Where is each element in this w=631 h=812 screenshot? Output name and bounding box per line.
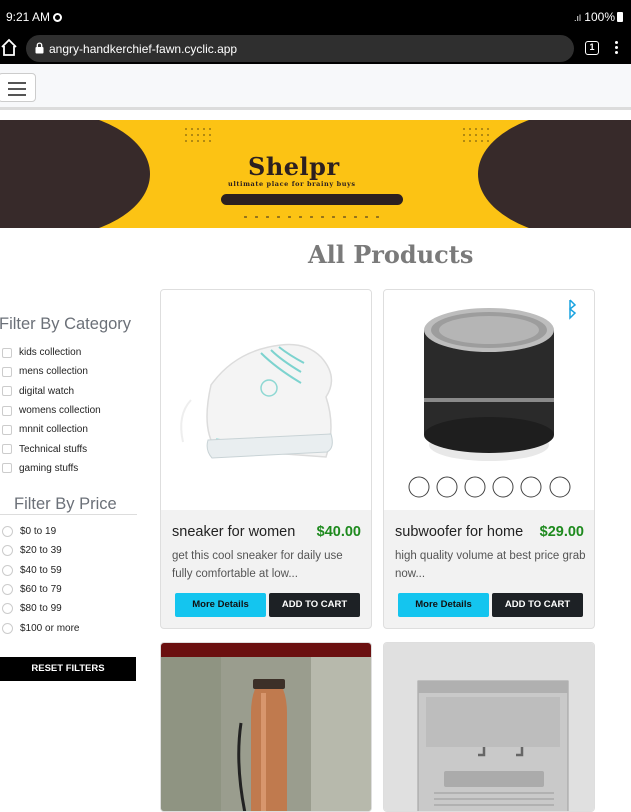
radio[interactable] bbox=[2, 603, 13, 615]
home-icon[interactable] bbox=[0, 38, 18, 58]
radio[interactable] bbox=[2, 564, 13, 576]
status-bar: 9:21 AM .ıl 100% bbox=[0, 0, 631, 32]
battery-level: 100% bbox=[584, 10, 615, 24]
category-option[interactable]: digital watch bbox=[2, 382, 101, 401]
checkbox[interactable] bbox=[2, 347, 12, 358]
hamburger-menu-icon[interactable] bbox=[0, 73, 36, 102]
category-option[interactable]: womens collection bbox=[2, 401, 101, 420]
product-price: $29.00 bbox=[539, 524, 584, 540]
banner-dotline bbox=[240, 215, 380, 219]
radio[interactable] bbox=[2, 526, 13, 538]
price-filter-title: Filter By Price bbox=[14, 495, 117, 513]
browser-menu-icon[interactable] bbox=[611, 39, 621, 57]
more-details-button[interactable]: More Details bbox=[175, 593, 266, 617]
lock-icon bbox=[35, 42, 44, 54]
product-description: get this cool sneaker for daily use full… bbox=[172, 550, 343, 580]
hero-banner: Shelpr ultimate place for brainy buys bbox=[0, 120, 631, 228]
price-option[interactable]: $20 to 39 bbox=[2, 541, 79, 560]
battery-icon bbox=[617, 12, 623, 22]
add-to-cart-button[interactable]: ADD TO CART bbox=[492, 593, 583, 617]
address-bar[interactable]: angry-handkerchief-fawn.cyclic.app bbox=[26, 35, 574, 62]
price-option[interactable]: $80 to 99 bbox=[2, 599, 79, 618]
product-card-sneaker: sneaker for women $40.00 get this cool s… bbox=[160, 289, 372, 629]
sync-icon bbox=[53, 13, 63, 22]
banner-tagline: ultimate place for brainy buys bbox=[228, 180, 356, 188]
product-description: high quality volume at best price grab n… bbox=[395, 550, 586, 580]
product-title: sneaker for women bbox=[172, 524, 296, 540]
product-image[interactable] bbox=[161, 290, 371, 510]
checkbox[interactable] bbox=[2, 366, 12, 377]
app-navbar bbox=[0, 64, 631, 110]
status-time: 9:21 AM bbox=[6, 10, 63, 24]
banner-dots-right bbox=[461, 126, 491, 144]
category-option[interactable]: Technical stuffs bbox=[2, 439, 101, 458]
radio[interactable] bbox=[2, 545, 13, 557]
category-filter-title: Filter By Category bbox=[0, 315, 132, 333]
price-filter-list: $0 to 19 $20 to 39 $40 to 59 $60 to 79 $… bbox=[2, 522, 79, 638]
product-card-water-cooler[interactable] bbox=[383, 642, 595, 812]
status-right: .ıl 100% bbox=[574, 10, 623, 24]
category-option[interactable]: mens collection bbox=[2, 362, 101, 381]
more-details-button[interactable]: More Details bbox=[398, 593, 489, 617]
category-filter-list: kids collection mens collection digital … bbox=[2, 343, 101, 478]
category-option[interactable]: gaming stuffs bbox=[2, 459, 101, 478]
product-image[interactable] bbox=[384, 290, 594, 510]
checkbox[interactable] bbox=[2, 405, 12, 416]
banner-shape-left bbox=[0, 120, 150, 228]
product-title: subwoofer for home bbox=[395, 524, 524, 540]
sneaker-image bbox=[180, 343, 333, 459]
checkbox[interactable] bbox=[2, 424, 12, 435]
checkbox[interactable] bbox=[2, 463, 12, 474]
price-option[interactable]: $40 to 59 bbox=[2, 561, 79, 580]
checkbox[interactable] bbox=[2, 386, 12, 397]
category-option[interactable]: mnnit collection bbox=[2, 420, 101, 439]
signal-icon: .ıl bbox=[573, 13, 581, 23]
product-card-subwoofer: subwoofer for home $29.00 high quality v… bbox=[383, 289, 595, 629]
browser-toolbar: angry-handkerchief-fawn.cyclic.app 1 bbox=[0, 32, 631, 64]
url-text: angry-handkerchief-fawn.cyclic.app bbox=[49, 42, 238, 56]
tab-switcher-button[interactable]: 1 bbox=[585, 41, 599, 55]
page-title: All Products bbox=[308, 240, 474, 269]
checkbox[interactable] bbox=[2, 444, 12, 455]
speaker-image bbox=[408, 299, 577, 498]
radio[interactable] bbox=[2, 584, 13, 596]
banner-shape-right bbox=[478, 120, 631, 228]
banner-brand: Shelpr bbox=[248, 152, 340, 181]
banner-dots-left bbox=[183, 126, 213, 144]
reset-filters-button[interactable]: RESET FILTERS bbox=[0, 657, 136, 681]
product-price: $40.00 bbox=[316, 524, 361, 540]
radio[interactable] bbox=[2, 622, 13, 634]
price-option[interactable]: $0 to 19 bbox=[2, 522, 79, 541]
price-option[interactable]: $100 or more bbox=[2, 618, 79, 637]
price-option[interactable]: $60 to 79 bbox=[2, 580, 79, 599]
category-option[interactable]: kids collection bbox=[2, 343, 101, 362]
add-to-cart-button[interactable]: ADD TO CART bbox=[269, 593, 360, 617]
product-card-bottle[interactable] bbox=[160, 642, 372, 812]
divider bbox=[0, 514, 137, 515]
water-cooler-image bbox=[384, 643, 594, 811]
banner-bar bbox=[221, 194, 403, 205]
bottle-image bbox=[161, 643, 371, 811]
